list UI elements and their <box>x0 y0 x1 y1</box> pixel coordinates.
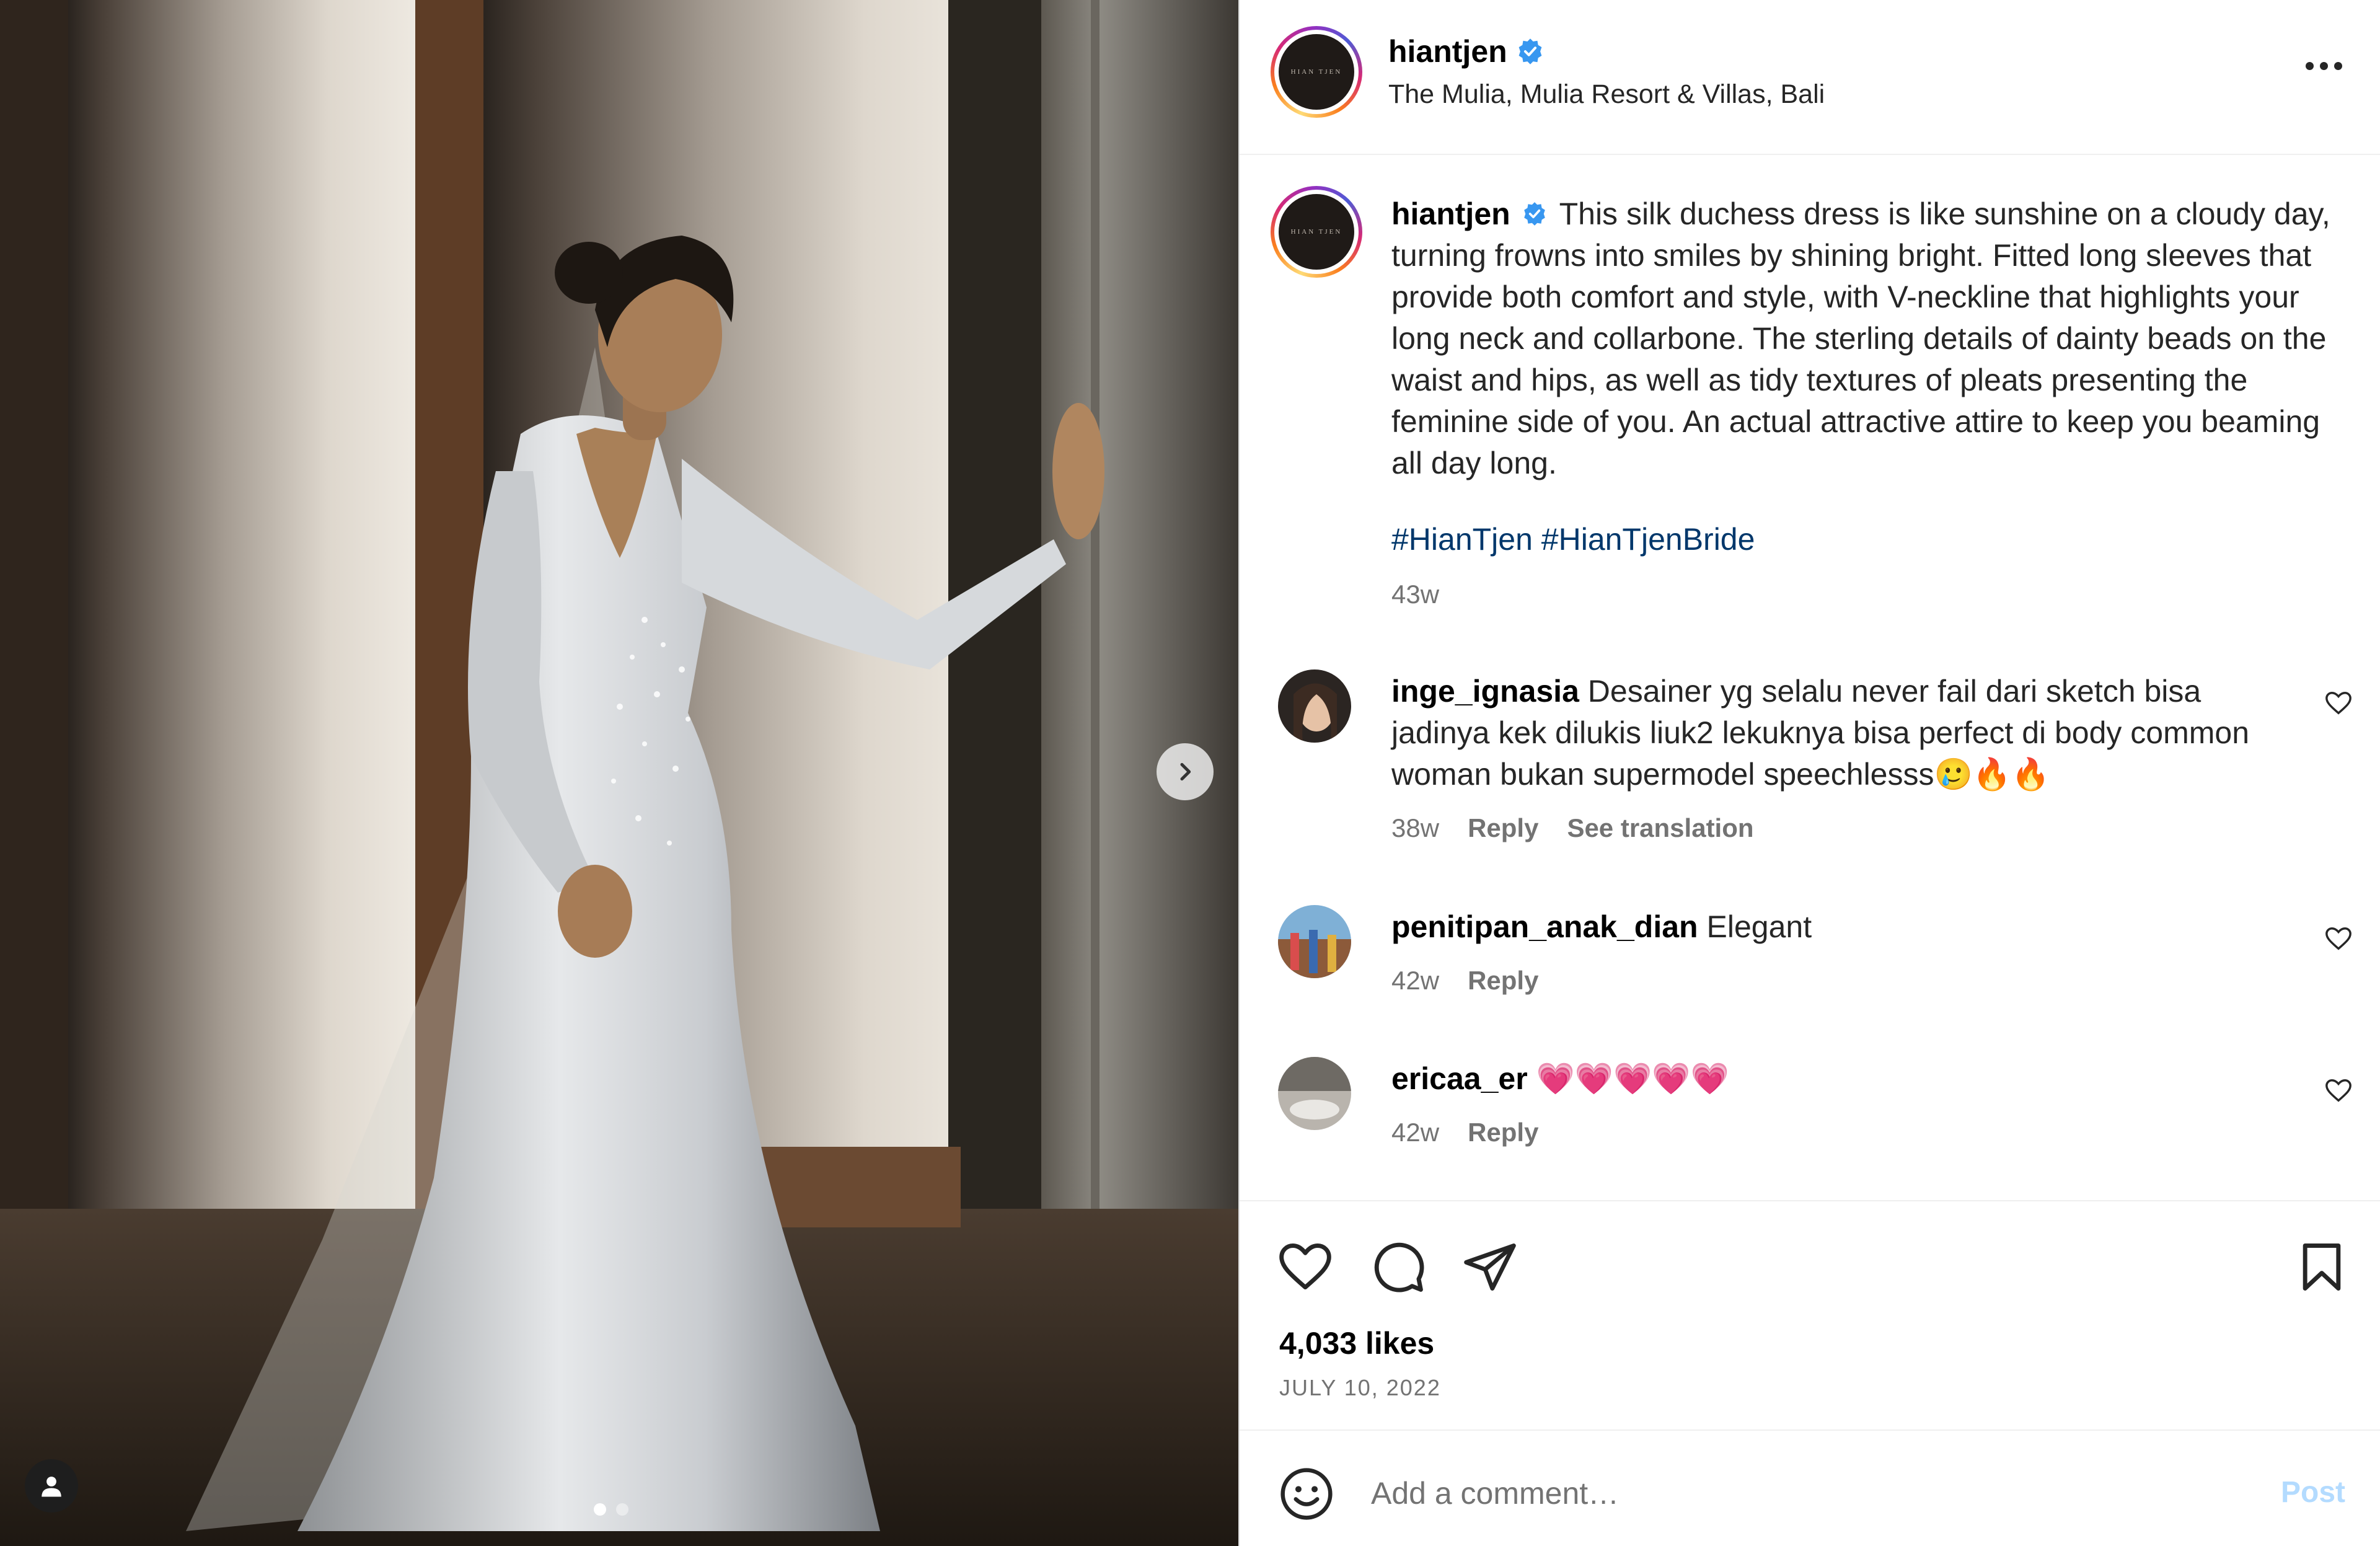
comment-text: 💗💗💗💗💗 <box>1536 1061 1729 1096</box>
verified-badge-icon <box>1523 201 1545 226</box>
author-username[interactable]: hiantjen <box>1388 33 1507 69</box>
comment-input[interactable] <box>1370 1470 2166 1516</box>
comment-time: 42w <box>1391 1118 1440 1147</box>
see-translation-button[interactable]: See translation <box>1567 813 1753 843</box>
comment-text-block: ericaa_er 💗💗💗💗💗 <box>1391 1058 2290 1100</box>
comment-text-block: inge_ignasia Desainer yg selalu never fa… <box>1391 671 2290 795</box>
avatar-logo: HIAN TJEN <box>1279 34 1354 110</box>
caption-username[interactable]: hiantjen <box>1391 197 1510 231</box>
post-comment-button[interactable]: Post <box>2281 1475 2345 1509</box>
reply-button[interactable]: Reply <box>1468 813 1538 843</box>
carousel-indicator <box>594 1503 628 1516</box>
chevron-right-icon <box>1180 762 1191 781</box>
author-avatar[interactable]: HIAN TJEN <box>1271 26 1362 118</box>
save-icon[interactable] <box>2293 1239 2350 1296</box>
carousel-dot <box>616 1503 628 1516</box>
caption-text-block: hiantjen This silk duchess dress is like… <box>1391 193 2340 484</box>
carousel-dot <box>594 1503 606 1516</box>
verified-badge-icon <box>1518 38 1542 64</box>
heart-small-icon[interactable] <box>2324 689 2353 718</box>
comment-meta: 42w Reply <box>1391 966 1538 996</box>
post-date: JULY 10, 2022 <box>1279 1375 1441 1400</box>
post-header: HIAN TJEN hiantjen The Mulia, Mulia Reso… <box>1240 0 2380 155</box>
comment-username[interactable]: ericaa_er <box>1391 1061 1528 1096</box>
share-icon[interactable] <box>1461 1239 1518 1296</box>
more-options-icon[interactable] <box>2306 62 2342 70</box>
user-tag-icon <box>42 1477 61 1497</box>
reply-button[interactable]: Reply <box>1468 966 1538 996</box>
avatar-logo: HIAN TJEN <box>1279 194 1354 270</box>
post-media[interactable] <box>0 0 1238 1546</box>
author-row: hiantjen <box>1388 33 1545 69</box>
heart-small-icon[interactable] <box>2324 1077 2353 1105</box>
post-location[interactable]: The Mulia, Mulia Resort & Villas, Bali <box>1388 79 1825 110</box>
post-panel: HIAN TJEN hiantjen The Mulia, Mulia Reso… <box>1238 0 2380 1546</box>
user-tags-button[interactable] <box>25 1459 78 1513</box>
caption-time: 43w <box>1391 580 1440 609</box>
comment-username[interactable]: inge_ignasia <box>1391 674 1579 709</box>
comment-time: 42w <box>1391 966 1440 995</box>
comment-icon[interactable] <box>1370 1239 1427 1296</box>
comment-username[interactable]: penitipan_anak_dian <box>1391 909 1698 944</box>
commenter-avatar[interactable] <box>1278 905 1351 978</box>
caption-avatar[interactable]: HIAN TJEN <box>1271 186 1362 278</box>
post-photo <box>0 0 1238 1546</box>
commenter-avatar[interactable] <box>1278 669 1351 743</box>
likes-count[interactable]: 4,033 likes <box>1279 1325 1434 1361</box>
comment-text-block: penitipan_anak_dian Elegant <box>1391 906 2290 948</box>
commenter-avatar[interactable] <box>1278 1057 1351 1130</box>
next-image-button[interactable] <box>1157 743 1214 800</box>
comment-time: 38w <box>1391 813 1440 842</box>
comment-text: Elegant <box>1706 909 1812 944</box>
comment-meta: 38w Reply See translation <box>1391 813 1754 843</box>
caption-hashtags[interactable]: #HianTjen #HianTjenBride <box>1391 521 1755 557</box>
add-comment-row: Post <box>1240 1429 2380 1546</box>
heart-small-icon[interactable] <box>2324 925 2353 953</box>
caption-text: This silk duchess dress is like sunshine… <box>1391 197 2330 480</box>
emoji-icon[interactable] <box>1278 1465 1335 1522</box>
reply-button[interactable]: Reply <box>1468 1118 1538 1147</box>
comment-meta: 42w Reply <box>1391 1118 1538 1147</box>
like-icon[interactable] <box>1277 1239 1334 1296</box>
